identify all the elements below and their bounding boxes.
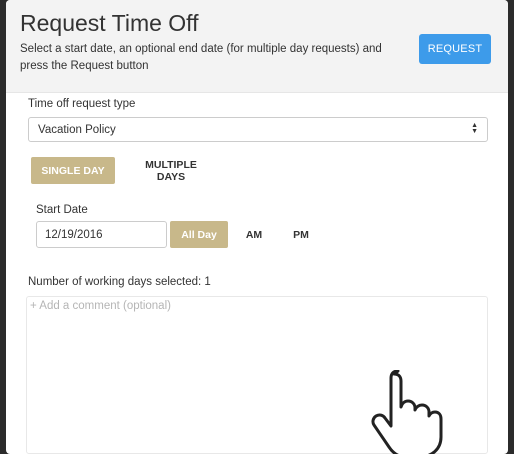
dialog-header: Request Time Off Select a start date, an… — [6, 0, 508, 93]
start-date-input[interactable] — [36, 221, 167, 248]
request-time-off-dialog: Request Time Off Select a start date, an… — [6, 0, 508, 454]
comment-placeholder: + Add a comment (optional) — [30, 300, 171, 312]
tab-single-day[interactable]: SINGLE DAY — [31, 157, 115, 184]
am-button[interactable]: AM — [238, 221, 270, 248]
start-date-label: Start Date — [36, 204, 88, 216]
sort-arrows-icon: ▲ ▼ — [471, 122, 478, 135]
request-type-select[interactable]: Vacation Policy ▲ ▼ — [28, 117, 488, 142]
request-button[interactable]: REQUEST — [419, 34, 491, 64]
tab-multiple-days[interactable]: MULTIPLE DAYS — [126, 157, 216, 184]
dialog-title: Request Time Off — [20, 10, 199, 36]
pm-button[interactable]: PM — [284, 221, 318, 248]
request-type-label: Time off request type — [28, 98, 136, 110]
all-day-button[interactable]: All Day — [170, 221, 228, 248]
working-days-count: Number of working days selected: 1 — [28, 276, 211, 288]
hand-pointer-icon — [371, 370, 443, 454]
request-type-value: Vacation Policy — [38, 124, 116, 136]
dialog-instructions: Select a start date, an optional end dat… — [20, 43, 382, 72]
